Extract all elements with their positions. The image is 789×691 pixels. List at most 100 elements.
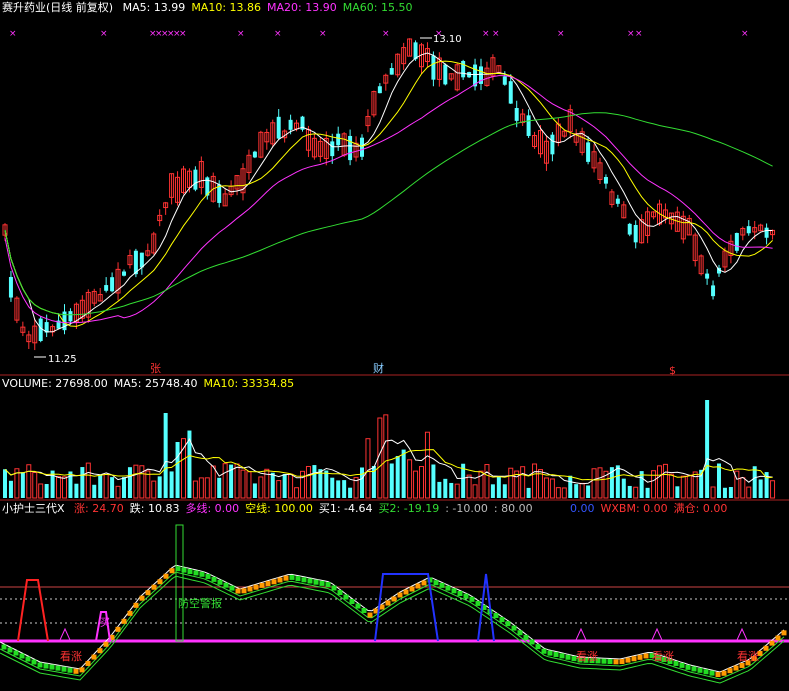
volume-bar [484,464,490,499]
indicator-dot [499,617,505,623]
volume-bar [26,464,32,499]
indicator-dot [223,582,229,588]
indicator-dot [727,668,733,674]
candle-body [633,224,638,243]
indicator-dot [139,595,145,601]
wxbm-spike [17,579,49,642]
indicator-dot [91,654,97,660]
volume-bar [288,473,294,499]
volume-bar [62,476,67,499]
volume-bar [490,484,495,498]
volume-bar [502,484,507,498]
volume-bar [597,467,603,499]
candle-body [431,55,436,80]
indicator-dot [625,657,631,663]
indicator-dot [517,630,523,636]
indicator-dot [307,578,313,584]
indicator-dot [97,648,103,654]
candle-body [104,285,109,291]
stock-chart[interactable]: × × ×××××× × × × × × × × × × × × 13.10 11.25 张 财 $ 防空… [0,0,789,691]
indicator-dot [283,575,289,581]
indicator-dot [733,665,739,671]
volume-bar [752,466,757,498]
indicator-dot [469,596,475,602]
indicator-dot [445,585,451,591]
indicator-dot [493,613,499,619]
volume-bar [252,483,257,498]
indicator-dot [679,662,685,668]
indicator-dot [529,639,535,645]
volume-bar [657,465,662,499]
volume-bar [586,485,591,498]
volume-bar [532,463,538,499]
volume-bar [348,487,353,498]
alert-bar [175,524,184,642]
volume-bar [217,477,222,498]
triangle-marker [651,627,663,641]
indicator-dot [199,571,205,577]
indicator-dot [553,652,559,658]
candlestick-area[interactable]: × × ×××××× × × × × × × × × × × × [2,29,776,351]
candle-body [122,271,126,276]
volume-bar [56,475,62,499]
indicator-dot [325,582,331,588]
indicator-dot [523,634,529,640]
volume-bar [270,472,275,498]
event-marker-dollar[interactable]: $ [669,364,676,377]
volume-area[interactable] [3,400,776,499]
volume-bar [740,477,746,499]
signal-marker: × [635,29,643,39]
candle-body [389,68,394,75]
indicator-dot [73,668,79,674]
volume-bar [276,480,282,499]
volume-bar [633,486,639,499]
indicator-dot [115,626,121,632]
indicator-dot [247,586,253,592]
indicator-dot [295,576,301,582]
indicator-dot [133,602,139,608]
indicator-dot [301,577,307,583]
indicator-dot [103,641,109,647]
volume-bar [728,487,733,498]
indicator-dot [25,656,31,662]
candle-body [360,137,364,157]
volume-bar [210,465,216,499]
volume-bar [722,487,727,498]
candle-body [764,227,769,238]
indicator-dot [439,582,445,588]
signal-marker: × [557,29,565,39]
indicator-dot [691,666,697,672]
candle-body [502,76,507,85]
indicator-dot [1,644,7,650]
indicator-dot [709,670,715,676]
indicator-dot [31,659,37,665]
volume-bar [383,414,389,499]
volume-bar [472,484,478,499]
indicator-dot [547,650,553,656]
candle-body [38,318,43,342]
indicator-dot [541,648,547,654]
signal-marker: × [627,29,635,39]
signal-marker: × [274,29,282,39]
event-marker-zhang[interactable]: 张 [150,362,161,375]
indicator-dot [277,577,283,583]
indicator-dot [451,588,457,594]
candle-body [413,42,418,60]
volume-bar [246,471,252,499]
indicator-dot [607,659,613,664]
event-marker-cai[interactable]: 财 [373,361,384,375]
indicator-dot [739,662,745,668]
triangle-marker [736,627,748,641]
volume-bar [169,471,174,498]
indicator-dot [229,585,235,591]
volume-bar [139,465,145,499]
indicator-dot [217,579,223,585]
indicator-dot [637,654,643,660]
volume-bar [300,470,305,499]
volume-bar [360,467,364,498]
volume-bar [627,485,632,498]
volume-bar [85,462,91,499]
volume-bar [770,480,776,499]
volume-bar [443,478,448,498]
indicator-dot [43,663,49,669]
